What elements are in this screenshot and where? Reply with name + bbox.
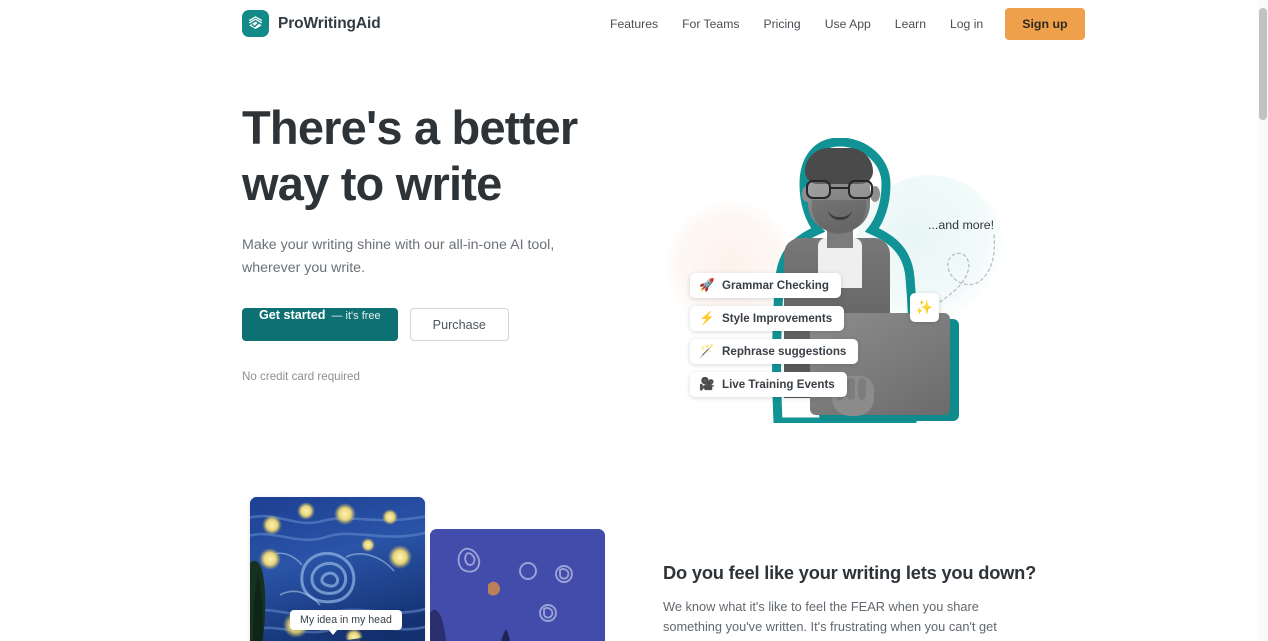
hero-cta-group: Get started — it's free Purchase <box>242 308 612 341</box>
nav-item-pricing[interactable]: Pricing <box>751 9 812 39</box>
purchase-button[interactable]: Purchase <box>409 308 509 341</box>
glasses-bridge <box>831 187 848 190</box>
feature-card-rephrase-suggestions[interactable]: 🪄 Rephrase suggestions <box>690 339 859 364</box>
dotted-loop-doodle <box>921 234 996 316</box>
feature-card-label: Rephrase suggestions <box>722 345 847 358</box>
sparkles-icon: ✨ <box>915 299 934 315</box>
hero-illustration: 🚀 Grammar Checking ⚡ Style Improvements … <box>660 118 1010 438</box>
nav-item-use-app[interactable]: Use App <box>813 9 883 39</box>
magic-wand-icon: 🪄 <box>699 344 715 359</box>
hero-title-line-1: There's a better <box>242 101 578 154</box>
main-navigation: Features For Teams Pricing Use App Learn… <box>598 8 1085 40</box>
get-started-free-note: — it's free <box>331 310 381 322</box>
lightning-bolt-icon: ⚡ <box>699 311 715 326</box>
sparkles-icon-card: ✨ <box>910 293 939 322</box>
hero-copy: There's a better way to write Make your … <box>242 100 612 383</box>
and-more-callout: ...and more! <box>928 218 995 232</box>
lower-section-title: Do you feel like your writing lets you d… <box>663 562 1037 583</box>
sign-up-button[interactable]: Sign up <box>1005 8 1085 40</box>
lower-section-body: We know what it's like to feel the FEAR … <box>663 599 997 641</box>
hero-title: There's a better way to write <box>242 100 612 212</box>
brand-logo-link[interactable]: ProWritingAid <box>242 10 381 37</box>
nav-item-log-in[interactable]: Log in <box>938 9 995 39</box>
hero-title-line-2: way to write <box>242 157 502 210</box>
scrollbar-thumb[interactable] <box>1259 8 1267 120</box>
nav-item-learn[interactable]: Learn <box>883 9 938 39</box>
page-root: ProWritingAid Features For Teams Pricing… <box>0 0 1268 641</box>
hair <box>805 148 873 184</box>
site-header: ProWritingAid Features For Teams Pricing… <box>0 0 1258 48</box>
movie-camera-icon: 🎥 <box>699 377 715 392</box>
eyeglasses-icon <box>806 180 873 199</box>
get-started-button[interactable]: Get started — it's free <box>242 308 398 341</box>
brand-name: ProWritingAid <box>278 14 381 32</box>
lens-left <box>806 180 831 199</box>
my-idea-in-my-head-tag: My idea in my head <box>290 610 402 635</box>
get-started-label: Get started <box>259 308 326 322</box>
nav-item-features[interactable]: Features <box>598 9 670 39</box>
rocket-icon: 🚀 <box>699 278 715 293</box>
no-credit-card-note: No credit card required <box>242 370 360 383</box>
nav-item-for-teams[interactable]: For Teams <box>670 9 751 39</box>
lens-right <box>848 180 873 199</box>
feature-card-style-improvements[interactable]: ⚡ Style Improvements <box>690 306 845 331</box>
feature-card-list: 🚀 Grammar Checking ⚡ Style Improvements … <box>690 273 859 405</box>
feature-card-label: Grammar Checking <box>722 279 829 292</box>
stacked-pages-check-icon <box>242 10 269 37</box>
lower-copy: Do you feel like your writing lets you d… <box>663 560 1053 641</box>
feature-card-label: Live Training Events <box>722 378 835 391</box>
finger-3 <box>858 378 866 400</box>
feature-card-grammar-checking[interactable]: 🚀 Grammar Checking <box>690 273 841 298</box>
feature-card-live-training-events[interactable]: 🎥 Live Training Events <box>690 372 847 397</box>
page-scrollbar[interactable] <box>1258 0 1268 641</box>
artwork-comparison: My idea in my head <box>250 497 630 641</box>
hero-subtitle: Make your writing shine with our all-in-… <box>242 237 555 276</box>
crude-drawing-version <box>430 529 605 641</box>
feature-card-label: Style Improvements <box>722 312 833 325</box>
crude-drawing-canvas <box>430 529 605 641</box>
